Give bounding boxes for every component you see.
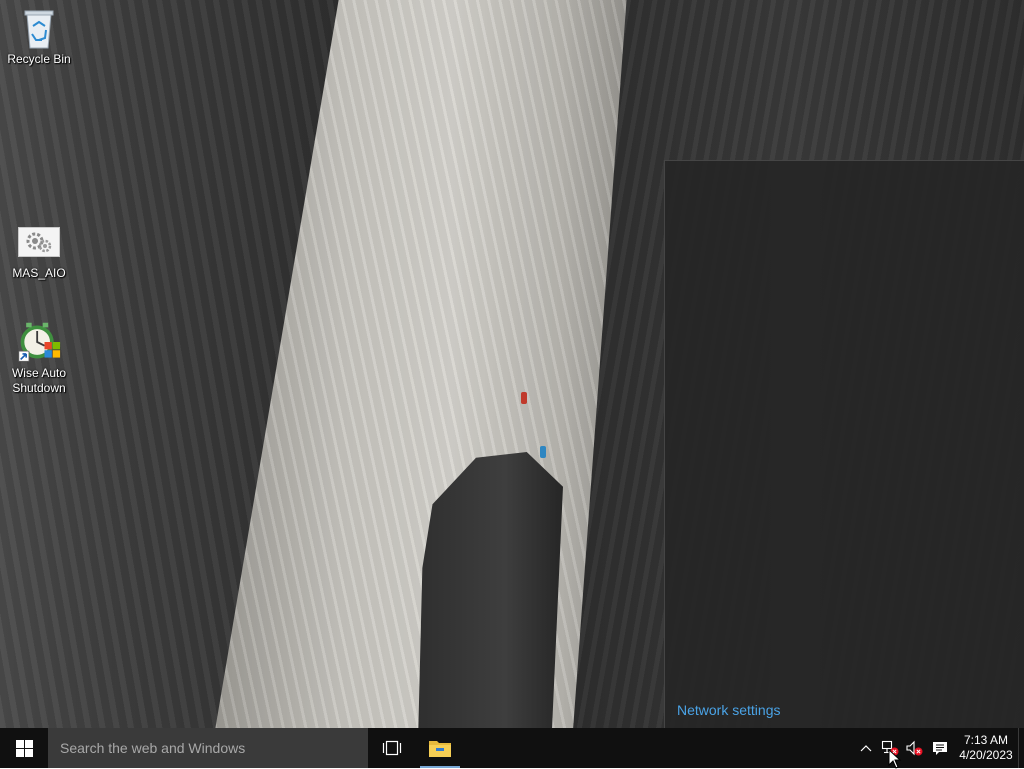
- tray-volume-button[interactable]: [902, 728, 926, 768]
- desktop-icon-wise-auto-shutdown[interactable]: Wise Auto Shutdown: [1, 320, 77, 396]
- wise-auto-shutdown-icon: [17, 320, 61, 364]
- network-flyout: Network settings: [664, 160, 1024, 728]
- desktop[interactable]: Recycle Bin MAS_AIO Wise Auto Shutdown N…: [0, 0, 1024, 728]
- windows-logo-icon: [15, 739, 33, 757]
- taskbar-clock[interactable]: 7:13 AM 4/20/2023: [954, 728, 1018, 768]
- chevron-up-icon: [860, 745, 872, 752]
- desktop-icon-recycle-bin[interactable]: Recycle Bin: [1, 6, 77, 67]
- taskbar: Search the web and Windows 7:13 AM 4/20/…: [0, 728, 1024, 768]
- file-explorer-icon: [429, 741, 451, 757]
- desktop-icon-label: Recycle Bin: [7, 52, 71, 66]
- show-desktop-button[interactable]: [1018, 728, 1024, 768]
- network-settings-link[interactable]: Network settings: [677, 702, 780, 718]
- clock-time: 7:13 AM: [963, 733, 1009, 747]
- task-view-button[interactable]: [368, 728, 416, 768]
- search-placeholder: Search the web and Windows: [60, 740, 246, 756]
- mouse-cursor-icon: [888, 749, 902, 769]
- action-center-icon: [933, 741, 947, 755]
- system-tray: 7:13 AM 4/20/2023: [854, 728, 1024, 768]
- clock-date: 4/20/2023: [959, 748, 1013, 762]
- tray-action-center-button[interactable]: [926, 728, 954, 768]
- settings-gears-icon: [17, 220, 61, 264]
- desktop-icon-mas-aio[interactable]: MAS_AIO: [1, 220, 77, 281]
- desktop-icon-label: MAS_AIO: [12, 266, 66, 280]
- taskbar-file-explorer-button[interactable]: [416, 728, 464, 768]
- task-view-icon: [382, 740, 402, 756]
- wallpaper-climber-blue: [540, 446, 546, 458]
- start-button[interactable]: [0, 728, 48, 768]
- tray-overflow-button[interactable]: [854, 728, 878, 768]
- recycle-bin-icon: [17, 6, 61, 50]
- desktop-icon-label: Wise Auto Shutdown: [11, 366, 67, 395]
- volume-muted-icon: [906, 740, 923, 756]
- search-box[interactable]: Search the web and Windows: [48, 728, 368, 768]
- wallpaper-climber-red: [521, 392, 527, 404]
